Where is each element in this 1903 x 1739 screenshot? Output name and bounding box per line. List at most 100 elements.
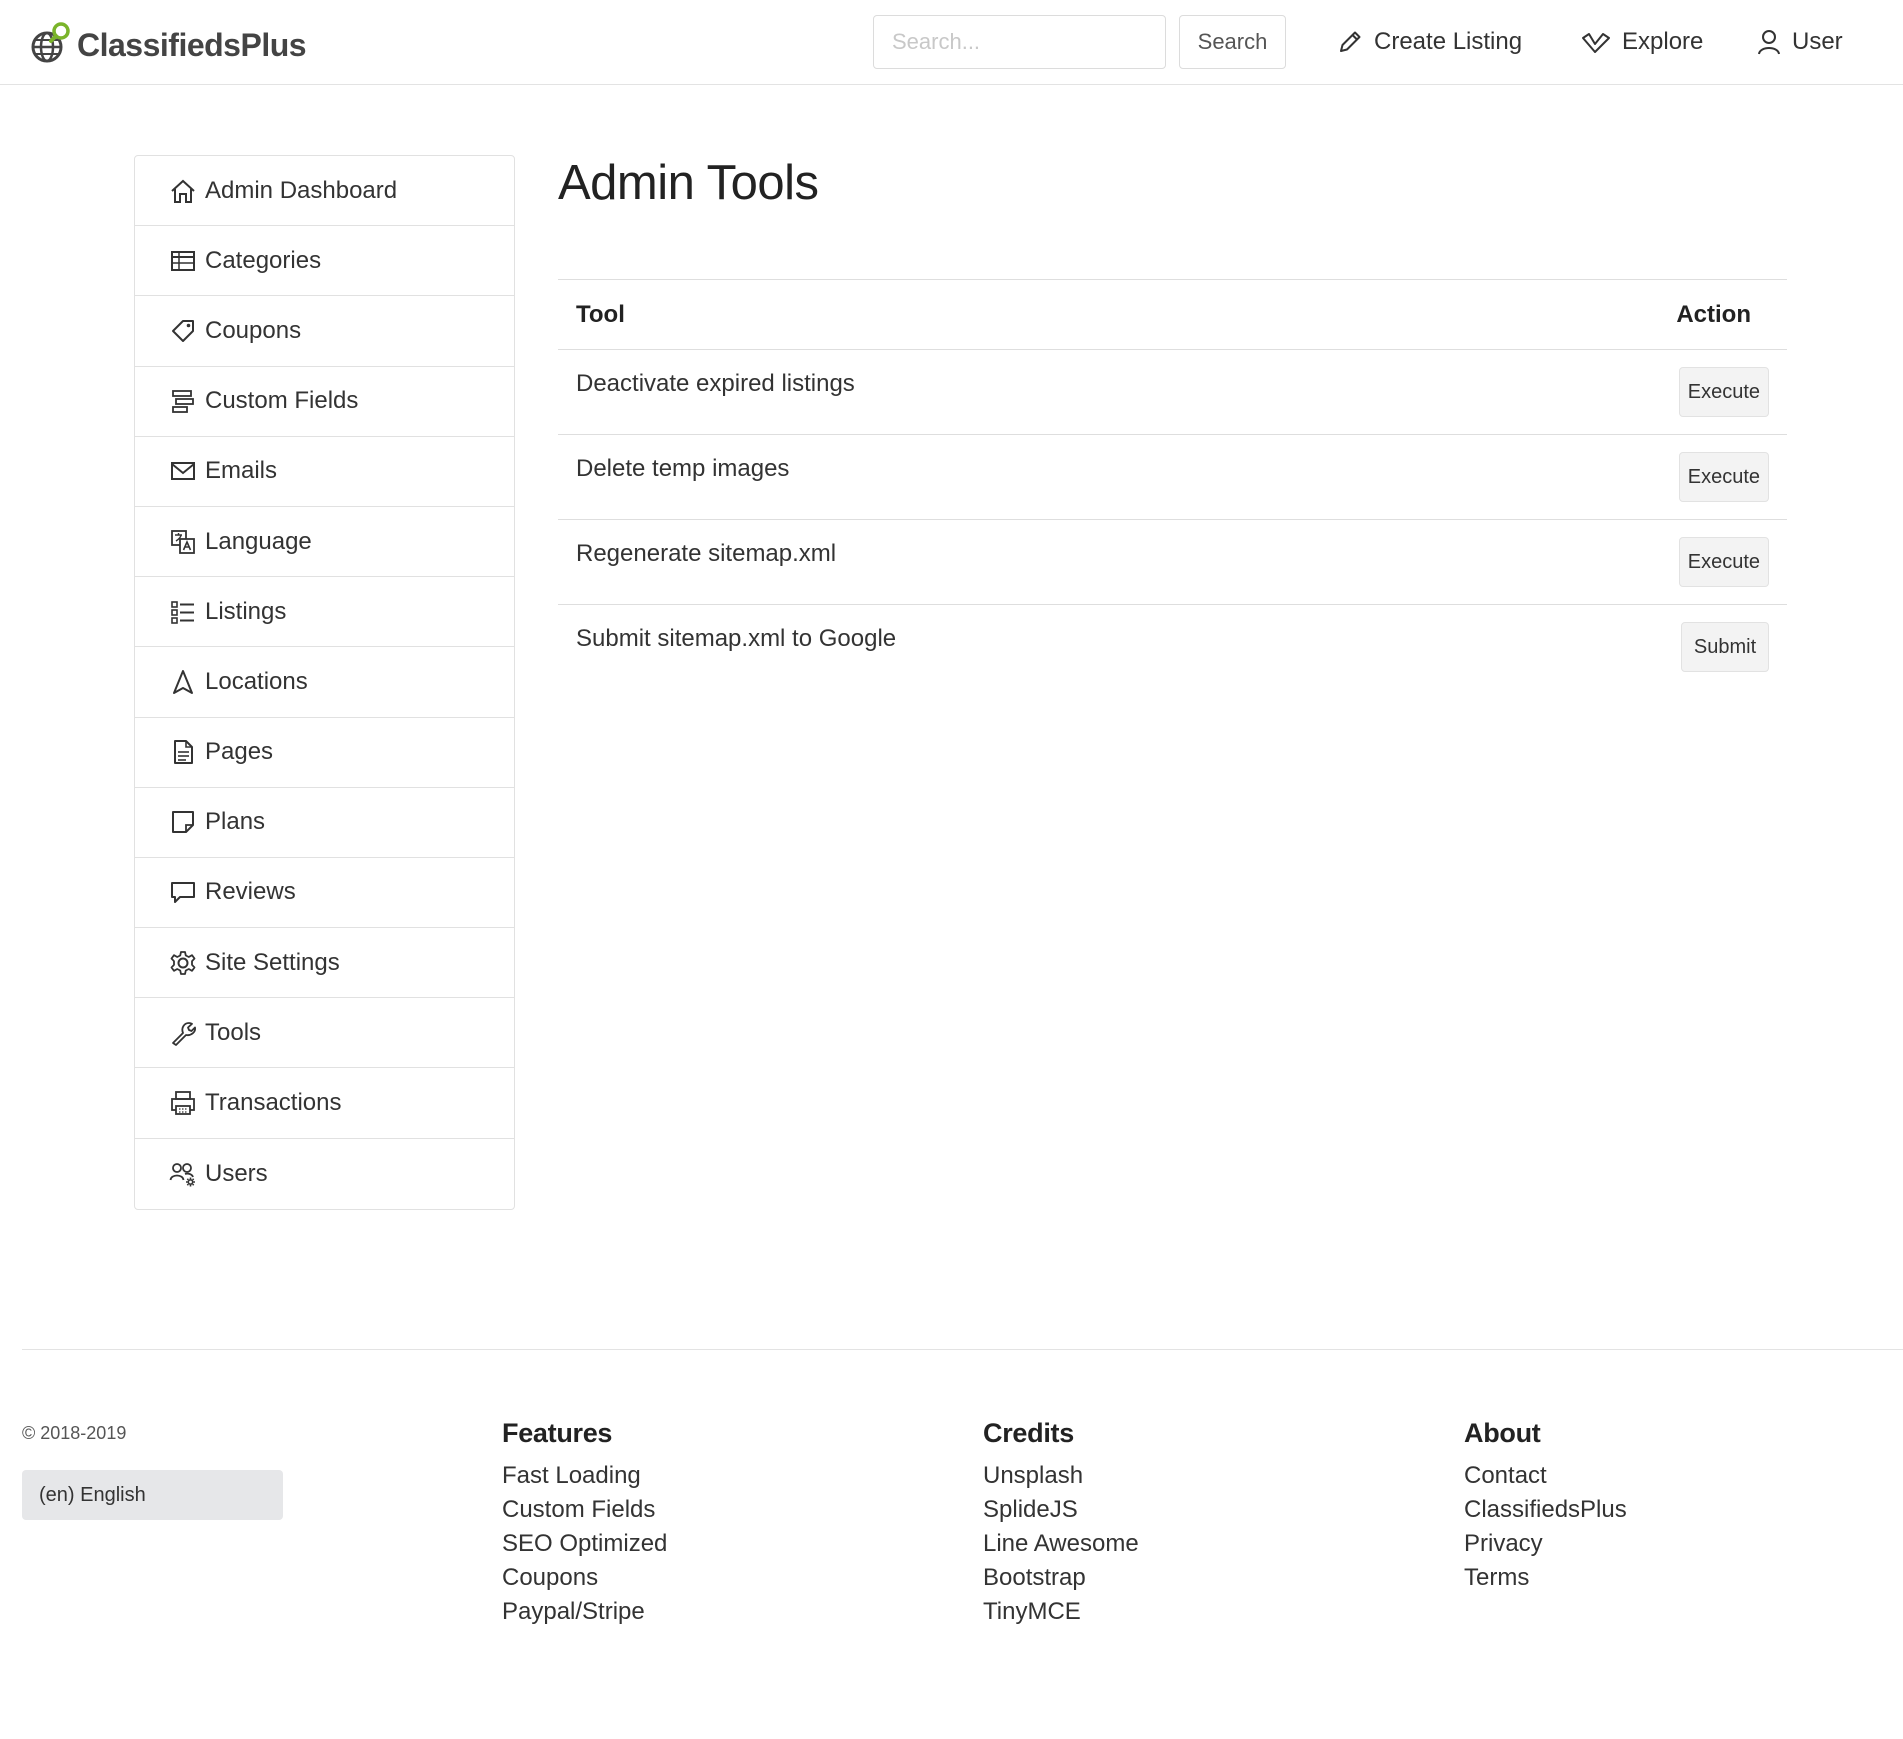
- nav-create-listing-label: Create Listing: [1374, 28, 1523, 55]
- fields-icon: [167, 385, 199, 417]
- printer-icon: [167, 1087, 199, 1119]
- table-row: Submit sitemap.xml to Google Submit: [558, 605, 1787, 690]
- footer-link[interactable]: Bootstrap: [983, 1561, 1139, 1595]
- footer-link[interactable]: Coupons: [502, 1561, 667, 1595]
- footer-link[interactable]: Privacy: [1464, 1527, 1627, 1561]
- footer-link[interactable]: Custom Fields: [502, 1493, 667, 1527]
- search-button[interactable]: Search: [1179, 15, 1286, 69]
- execute-button[interactable]: Execute: [1678, 367, 1769, 417]
- wrench-icon: [167, 1017, 199, 1049]
- comment-icon: [167, 876, 199, 908]
- column-header-action: Action: [1460, 279, 1787, 350]
- sidebar-item-label: Categories: [205, 246, 322, 274]
- sidebar-item-categories[interactable]: Categories: [135, 226, 514, 297]
- nav-user-label: User: [1792, 28, 1843, 55]
- footer-link[interactable]: ClassifiedsPlus: [1464, 1493, 1627, 1527]
- sidebar-item-label: Coupons: [205, 316, 302, 344]
- sidebar-item-label: Language: [205, 527, 312, 555]
- home-icon: [167, 175, 199, 207]
- sidebar-item-reviews[interactable]: Reviews: [135, 858, 514, 929]
- location-arrow-icon: [167, 666, 199, 698]
- footer-link[interactable]: Paypal/Stripe: [502, 1595, 667, 1629]
- translate-icon: [167, 526, 199, 558]
- envelope-icon: [167, 455, 199, 487]
- footer-column-features: Features Fast Loading Custom Fields SEO …: [502, 1418, 667, 1629]
- sidebar-item-label: Site Settings: [205, 948, 340, 976]
- sidebar-item-users[interactable]: Users: [135, 1139, 514, 1209]
- sidebar-item-label: Transactions: [205, 1089, 342, 1117]
- nav-user[interactable]: User: [1756, 22, 1843, 62]
- file-icon: [167, 736, 199, 768]
- site-logo[interactable]: ClassifiedsPlus: [30, 21, 307, 65]
- sidebar-item-label: Emails: [205, 457, 278, 485]
- tags-icon: [167, 315, 199, 347]
- table-row: Deactivate expired listings Execute: [558, 349, 1787, 435]
- sidebar-item-label: Users: [205, 1159, 268, 1187]
- sidebar-item-site-settings[interactable]: Site Settings: [135, 928, 514, 999]
- table-row: Regenerate sitemap.xml Execute: [558, 519, 1787, 605]
- globe-search-logo-icon: [30, 21, 74, 70]
- list-icon: [167, 596, 199, 628]
- footer-link[interactable]: SplideJS: [983, 1493, 1139, 1527]
- action-cell: Execute: [1460, 434, 1787, 520]
- users-cog-icon: [167, 1158, 199, 1190]
- pencil-icon: [1340, 31, 1361, 52]
- logo-text: ClassifiedsPlus: [77, 26, 307, 63]
- footer-column-about: About Contact ClassifiedsPlus Privacy Te…: [1464, 1418, 1627, 1595]
- footer-heading: Credits: [983, 1418, 1074, 1448]
- footer-link[interactable]: SEO Optimized: [502, 1527, 667, 1561]
- sidebar-item-emails[interactable]: Emails: [135, 437, 514, 507]
- admin-sidebar: Admin Dashboard Categories Coupons Custo…: [134, 155, 515, 1210]
- execute-button[interactable]: Execute: [1678, 537, 1769, 587]
- footer-link[interactable]: Fast Loading: [502, 1459, 667, 1493]
- execute-button[interactable]: Execute: [1678, 452, 1769, 502]
- sidebar-item-language[interactable]: Language: [135, 507, 514, 578]
- sidebar-item-locations[interactable]: Locations: [135, 647, 514, 718]
- tool-name: Submit sitemap.xml to Google: [576, 625, 897, 652]
- copyright: © 2018-2019: [22, 1423, 127, 1443]
- sticky-note-icon: [167, 806, 199, 838]
- sidebar-item-custom-fields[interactable]: Custom Fields: [135, 367, 514, 437]
- action-cell: Execute: [1460, 519, 1787, 605]
- footer-divider: [22, 1349, 1903, 1350]
- table-icon: [167, 245, 199, 277]
- footer-link[interactable]: TinyMCE: [983, 1595, 1139, 1629]
- sidebar-item-plans[interactable]: Plans: [135, 788, 514, 858]
- sidebar-item-label: Custom Fields: [205, 387, 359, 415]
- footer-heading: About: [1464, 1418, 1541, 1448]
- language-select[interactable]: (en) English: [22, 1470, 283, 1520]
- sidebar-item-label: Admin Dashboard: [205, 176, 398, 204]
- footer-link[interactable]: Line Awesome: [983, 1527, 1139, 1561]
- footer-heading: Features: [502, 1418, 613, 1448]
- sidebar-item-label: Listings: [205, 597, 287, 625]
- user-icon: [1758, 30, 1780, 55]
- sidebar-item-label: Plans: [205, 808, 266, 836]
- sidebar-item-listings[interactable]: Listings: [135, 577, 514, 648]
- footer-link[interactable]: Terms: [1464, 1561, 1627, 1595]
- admin-tools-table: Tool Action Deactivate expired listings …: [558, 279, 1787, 690]
- top-navbar: ClassifiedsPlus Search Create Listing Ex…: [0, 0, 1903, 85]
- nav-explore[interactable]: Explore: [1580, 22, 1703, 62]
- check-icon: [1582, 33, 1610, 53]
- tool-name: Deactivate expired listings: [558, 349, 1461, 435]
- footer-column-credits: Credits Unsplash SplideJS Line Awesome B…: [983, 1418, 1139, 1629]
- table-row: Delete temp images Execute: [558, 434, 1787, 520]
- table-header-row: Tool Action: [558, 279, 1787, 350]
- action-cell: Submit: [1461, 605, 1787, 690]
- sidebar-item-pages[interactable]: Pages: [135, 718, 514, 788]
- sidebar-item-label: Tools: [205, 1018, 262, 1046]
- sidebar-item-label: Locations: [205, 667, 308, 695]
- footer-link[interactable]: Contact: [1464, 1459, 1627, 1493]
- cog-icon: [167, 947, 199, 979]
- action-cell: Execute: [1460, 349, 1787, 435]
- search-input[interactable]: [873, 15, 1166, 69]
- footer-link[interactable]: Unsplash: [983, 1459, 1139, 1493]
- sidebar-item-tools[interactable]: Tools: [135, 998, 514, 1069]
- sidebar-item-transactions[interactable]: Transactions: [135, 1068, 514, 1139]
- submit-button[interactable]: Submit: [1681, 622, 1769, 672]
- sidebar-item-label: Pages: [205, 738, 274, 766]
- sidebar-item-label: Reviews: [205, 878, 296, 906]
- nav-create-listing[interactable]: Create Listing: [1336, 22, 1522, 62]
- sidebar-item-coupons[interactable]: Coupons: [135, 296, 514, 367]
- sidebar-item-admin-dashboard[interactable]: Admin Dashboard: [135, 156, 514, 227]
